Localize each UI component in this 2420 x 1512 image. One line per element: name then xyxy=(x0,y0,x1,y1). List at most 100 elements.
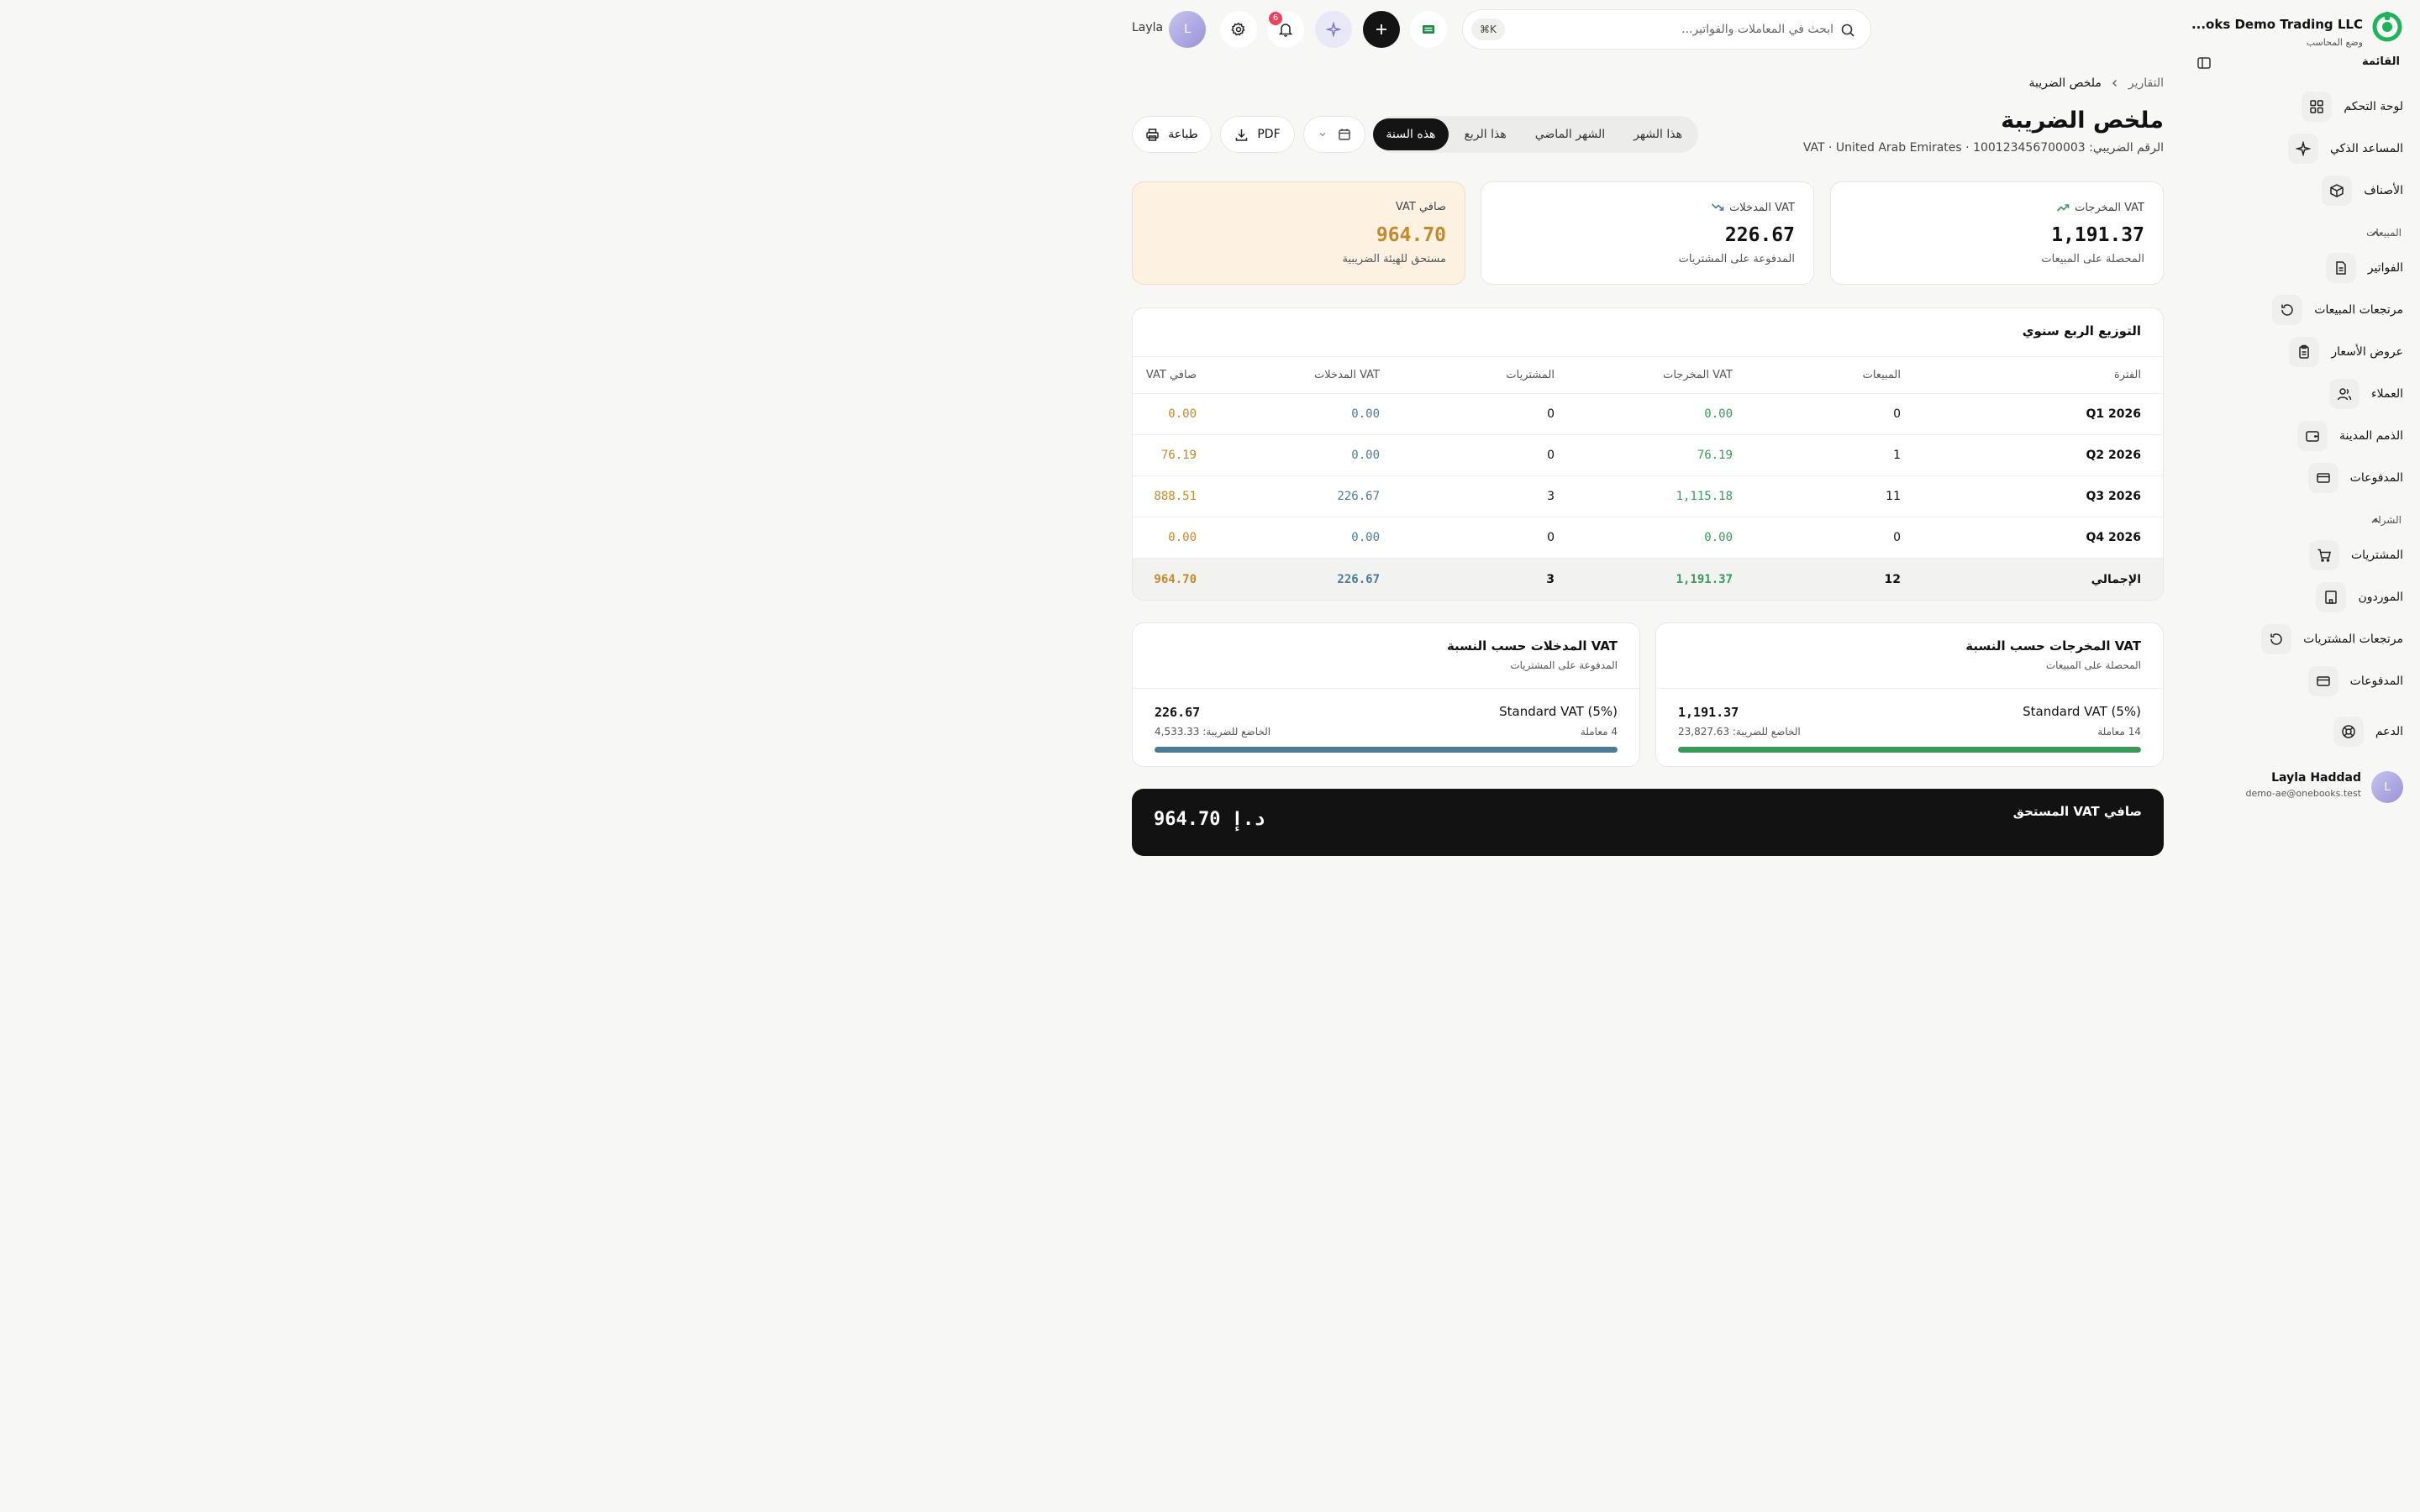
cell-purchases: 0 xyxy=(1547,531,1555,544)
user-name: Layla Haddad xyxy=(2271,771,2361,785)
cell-period: Q1 2026 xyxy=(2086,407,2141,421)
sidebar-item-purchase-payments[interactable]: المدفوعات xyxy=(2307,666,2403,696)
gear-icon xyxy=(1231,22,1245,36)
kpi-label: VAT المدخلات xyxy=(1711,201,1795,214)
rate-name: Standard VAT (5%) xyxy=(1499,704,1618,719)
sidebar-item-label: لوحة التحكم xyxy=(2344,100,2403,113)
brand[interactable]: ...oks Demo Trading LLC وضع المحاسب xyxy=(2186,8,2403,48)
transaction-count: 4 معاملة xyxy=(1580,726,1618,738)
cell-period: Q3 2026 xyxy=(2086,490,2141,503)
sidebar-item-suppliers[interactable]: الموردون xyxy=(2316,582,2403,612)
column-header: الفترة xyxy=(2113,369,2141,381)
sidebar-item-purchase-returns[interactable]: مرتجعات المشتريات xyxy=(2261,624,2403,654)
sidebar-item-support[interactable]: الدعم xyxy=(2333,717,2403,747)
card-icon xyxy=(2307,463,2338,493)
page-subtitle: VAT · United Arab Emirates · الرقم الضري… xyxy=(1802,141,2164,155)
cell-period: Q4 2026 xyxy=(2086,531,2141,544)
sidebar-item-label: الموردون xyxy=(2358,591,2403,604)
plus-icon xyxy=(1376,24,1386,34)
period-last-month[interactable]: الشهر الماضي xyxy=(1522,118,1618,150)
date-range-picker[interactable] xyxy=(1303,116,1365,153)
card-subtitle: المدفوعة على المشتريات xyxy=(1510,659,1618,671)
trend-up-icon xyxy=(2057,204,2070,212)
transaction-count: 14 معاملة xyxy=(2097,726,2141,738)
avatar[interactable]: L xyxy=(1169,11,1206,48)
kpi-value: 1,191.37 xyxy=(2051,224,2144,246)
taxable-amount: الخاضع للضريبة: 23,827.63 xyxy=(1678,726,1801,738)
cell-period: Q2 2026 xyxy=(2086,449,2141,462)
sidebar-toggle-icon[interactable] xyxy=(2196,55,2212,71)
sidebar-item-payments[interactable]: المدفوعات xyxy=(2307,463,2403,493)
cell-period: الإجمالي xyxy=(2091,572,2141,586)
cart-icon xyxy=(2308,540,2339,570)
kpi-label: VAT المخرجات xyxy=(2056,201,2144,214)
column-header: VAT المدخلات xyxy=(1314,369,1380,381)
sidebar-item-label: المدفوعات xyxy=(2349,471,2403,485)
shortcut-hint: ⌘K xyxy=(1471,18,1505,40)
top-user-name[interactable]: Layla xyxy=(1132,21,1163,34)
divider xyxy=(1133,688,1639,689)
sidebar-item-label: عروض الأسعار xyxy=(2331,345,2403,359)
accounting-button[interactable] xyxy=(1410,11,1447,48)
sidebar-item-receivables[interactable]: الذمم المدينة xyxy=(2297,421,2403,451)
trend-down-icon xyxy=(1711,203,1724,211)
progress-fill xyxy=(1155,747,1618,753)
building-icon xyxy=(2316,582,2347,612)
cell-purchases: 0 xyxy=(1547,449,1555,462)
card-title: VAT المخرجات حسب النسبة xyxy=(1965,638,2141,654)
cell-sales: 12 xyxy=(1884,572,1901,586)
kpi-note: المحصلة على المبيعات xyxy=(2041,253,2144,265)
sidebar-item-purchases[interactable]: المشتريات xyxy=(2308,540,2403,570)
sidebar-item-ai-assistant[interactable]: المساعد الذكي xyxy=(2288,134,2403,164)
period-this-quarter[interactable]: هذا الربع xyxy=(1450,118,1519,150)
create-new-button[interactable] xyxy=(1363,11,1400,48)
period-this-year[interactable]: هذه السنة xyxy=(1372,118,1449,150)
ai-button[interactable] xyxy=(1315,11,1352,48)
chevron-up-icon[interactable] xyxy=(2370,228,2381,239)
table-row[interactable]: Q3 2026 11 1,115.18 3 226.67 888.51 xyxy=(1133,476,2163,517)
column-header: المشتريات xyxy=(1506,369,1555,381)
rate-amount: 1,191.37 xyxy=(1678,705,1739,720)
cell-output-vat: 1,115.18 xyxy=(1676,490,1733,503)
chevron-up-icon[interactable] xyxy=(2370,515,2381,527)
table-row[interactable]: Q1 2026 0 0.00 0 0.00 0.00 xyxy=(1133,394,2163,435)
sidebar-item-label: المساعد الذكي xyxy=(2330,142,2403,155)
kpi-note: مستحق للهيئة الضريبية xyxy=(1342,253,1446,265)
print-button[interactable]: طباعة xyxy=(1132,116,1212,153)
menu-heading: القائمة xyxy=(2361,55,2400,68)
sidebar-user[interactable]: L Layla Haddad demo-ae@onebooks.test xyxy=(2193,769,2403,803)
cell-purchases: 0 xyxy=(1547,407,1555,421)
sparkles-icon xyxy=(1326,22,1341,37)
rate-amount: 226.67 xyxy=(1155,705,1201,720)
sparkles-icon xyxy=(2288,134,2318,164)
input-vat-by-rate-card: VAT المدخلات حسب النسبة المدفوعة على الم… xyxy=(1132,622,1640,767)
column-header: صافي VAT xyxy=(1145,369,1197,381)
box-icon xyxy=(2322,176,2353,206)
sidebar-item-quotes[interactable]: عروض الأسعار xyxy=(2289,337,2403,367)
brand-mode: وضع المحاسب xyxy=(2306,37,2363,48)
period-this-month[interactable]: هذا الشهر xyxy=(1620,118,1696,150)
sidebar-item-label: العملاء xyxy=(2371,387,2403,401)
cell-net-vat: 76.19 xyxy=(1160,449,1197,462)
sidebar-item-dashboard[interactable]: لوحة التحكم xyxy=(2302,92,2403,122)
search-input[interactable] xyxy=(1548,18,1833,40)
sidebar-item-sales-returns[interactable]: مرتجعات المبيعات xyxy=(2272,295,2403,325)
breadcrumb-reports-link[interactable]: التقارير xyxy=(2128,76,2164,90)
sidebar-item-items[interactable]: الأصناف xyxy=(2322,176,2403,206)
sidebar-item-customers[interactable]: العملاء xyxy=(2329,379,2403,409)
kpi-value: 226.67 xyxy=(1724,224,1795,246)
cell-sales: 0 xyxy=(1893,531,1901,544)
grid-icon xyxy=(2302,92,2333,122)
notifications-button[interactable]: 6 xyxy=(1267,11,1304,48)
settings-button[interactable] xyxy=(1220,11,1257,48)
taxable-amount: الخاضع للضريبة: 4,533.33 xyxy=(1155,726,1271,738)
kpi-output-vat: VAT المخرجات 1,191.37 المحصلة على المبيع… xyxy=(1830,181,2164,285)
kpi-label-text: صافي VAT xyxy=(1395,201,1446,213)
lifebuoy-icon xyxy=(2333,717,2364,747)
document-icon xyxy=(2325,253,2356,283)
table-row[interactable]: Q4 2026 0 0.00 0 0.00 0.00 xyxy=(1133,517,2163,559)
period-selector: هذا الشهر الشهر الماضي هذا الربع هذه الس… xyxy=(1372,116,1698,153)
table-row[interactable]: Q2 2026 1 76.19 0 0.00 76.19 xyxy=(1133,435,2163,476)
export-pdf-button[interactable]: PDF xyxy=(1220,116,1295,153)
sidebar-item-invoices[interactable]: الفواتير xyxy=(2325,253,2403,283)
